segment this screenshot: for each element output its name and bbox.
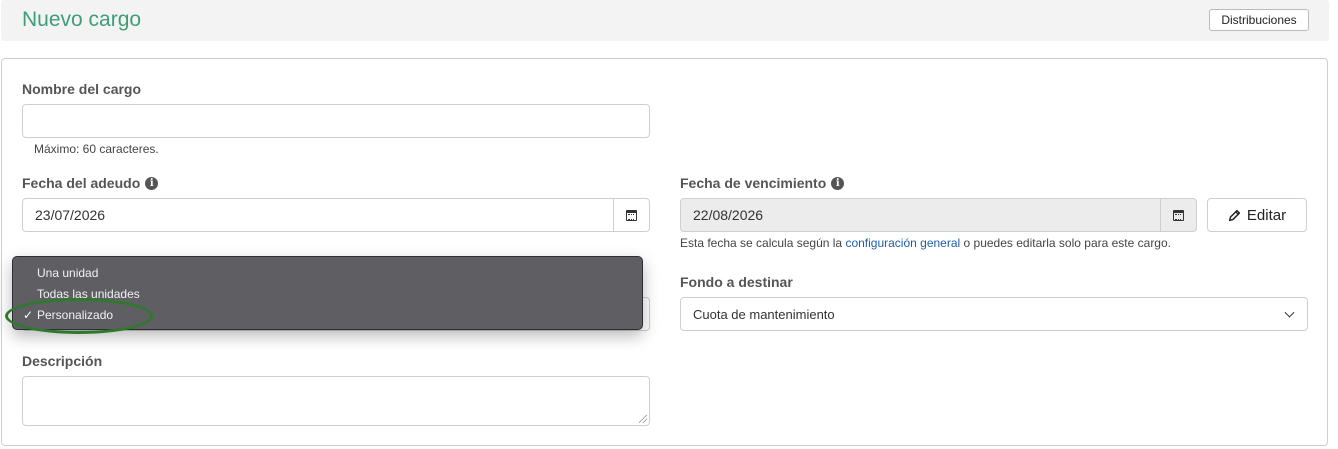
pencil-icon	[1228, 209, 1241, 221]
editar-button[interactable]: Editar	[1207, 198, 1307, 232]
chevron-down-icon	[1284, 307, 1295, 318]
fondo-select[interactable]: Cuota de mantenimiento	[680, 297, 1308, 331]
fecha-vencimiento-label: Fecha de vencimiento i	[680, 175, 845, 191]
descripcion-label: Descripción	[22, 353, 103, 369]
nombre-help: Máximo: 60 caracteres.	[34, 142, 159, 156]
info-icon[interactable]: i	[145, 176, 159, 190]
calendar-icon	[626, 209, 637, 221]
fecha-vencimiento-calendar-button[interactable]	[1160, 199, 1196, 231]
info-icon[interactable]: i	[831, 176, 845, 190]
nombre-input[interactable]	[22, 104, 650, 138]
fecha-adeudo-calendar-button[interactable]	[613, 199, 649, 231]
fecha-adeudo-label: Fecha del adeudo i	[22, 175, 159, 191]
distribuciones-button[interactable]: Distribuciones	[1209, 9, 1309, 31]
nombre-label: Nombre del cargo	[22, 81, 142, 97]
page-title: Nuevo cargo	[22, 8, 142, 31]
page-header: Nuevo cargo Distribuciones	[1, 0, 1329, 41]
fecha-vencimiento-help: Esta fecha se calcula según la configura…	[680, 236, 1171, 250]
configuracion-general-link[interactable]: configuración general	[845, 236, 960, 250]
fecha-adeudo-input[interactable]: 23/07/2026	[22, 198, 650, 232]
resize-handle[interactable]	[639, 415, 647, 423]
calendar-icon	[1173, 209, 1184, 221]
highlight-annotation	[5, 298, 153, 334]
fondo-label: Fondo a destinar	[680, 274, 793, 290]
fecha-vencimiento-input: 22/08/2026	[680, 198, 1197, 232]
descripcion-textarea[interactable]	[22, 376, 650, 426]
dropdown-option-una-unidad[interactable]: Una unidad	[37, 266, 98, 280]
